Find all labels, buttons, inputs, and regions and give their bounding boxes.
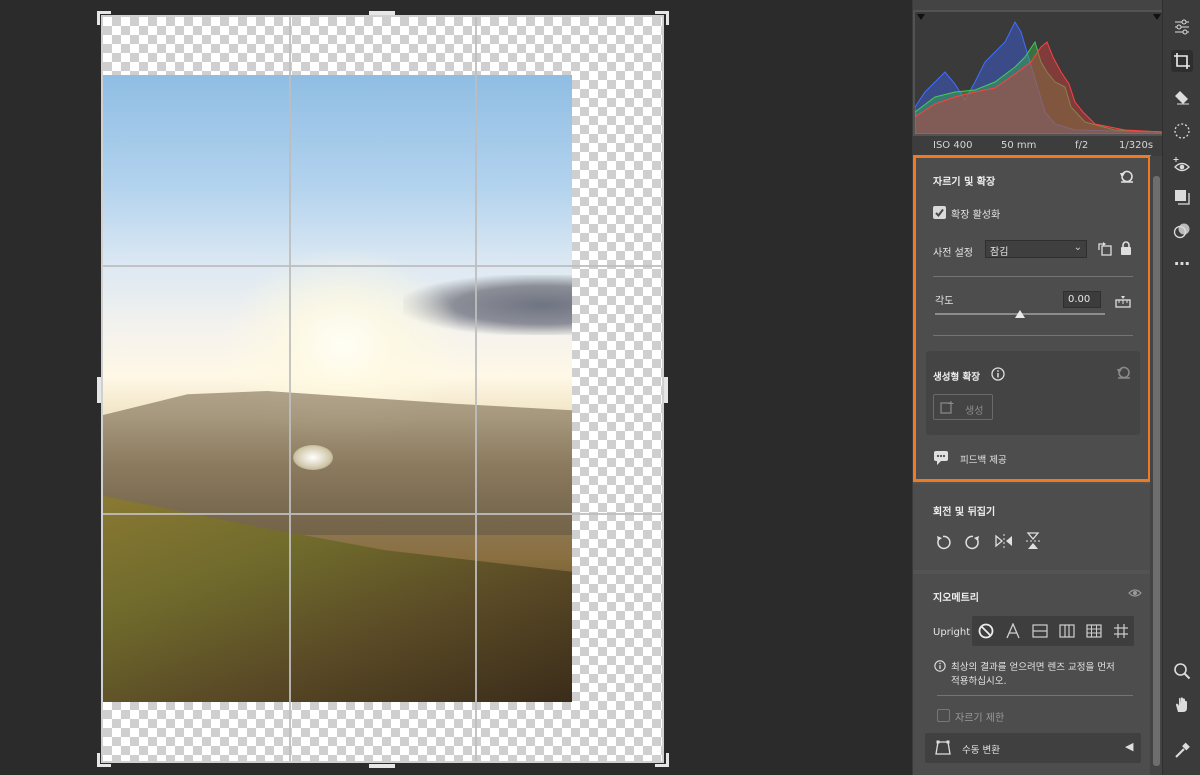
angle-slider-thumb[interactable] bbox=[1015, 310, 1025, 318]
exif-focal-length: 50 mm bbox=[1001, 140, 1037, 151]
sliders-icon[interactable] bbox=[1171, 16, 1193, 38]
reset-icon[interactable] bbox=[1119, 170, 1135, 187]
layers-icon[interactable] bbox=[1171, 186, 1193, 208]
image-canvas[interactable] bbox=[0, 0, 912, 775]
upright-full-icon[interactable] bbox=[1080, 616, 1107, 646]
upright-label: Upright bbox=[933, 627, 971, 638]
info-icon[interactable] bbox=[991, 367, 1005, 384]
generate-icon bbox=[940, 400, 955, 417]
rotate-left-icon[interactable] bbox=[935, 534, 951, 553]
angle-input[interactable]: 0.00 bbox=[1063, 291, 1101, 308]
upright-guided-icon[interactable] bbox=[1107, 616, 1134, 646]
presets-icon[interactable] bbox=[1171, 220, 1193, 242]
upright-level-icon[interactable] bbox=[1026, 616, 1053, 646]
manual-transform-row[interactable]: 수동 변환 ◀ bbox=[925, 733, 1141, 763]
heal-icon[interactable] bbox=[1171, 120, 1193, 142]
crop-handle-left[interactable] bbox=[97, 377, 101, 403]
eyedropper-icon[interactable] bbox=[1171, 740, 1193, 762]
zoom-icon[interactable] bbox=[1171, 660, 1193, 682]
info-icon bbox=[934, 660, 946, 675]
crop-handle-bottom-left[interactable] bbox=[97, 753, 111, 767]
generative-expand-title: 생성형 확장 bbox=[933, 372, 981, 383]
hand-icon[interactable] bbox=[1171, 694, 1193, 716]
crop-handle-bottom[interactable] bbox=[369, 764, 395, 768]
rotate-aspect-icon[interactable] bbox=[1097, 241, 1113, 260]
histogram bbox=[915, 12, 1163, 134]
generative-expand-box bbox=[926, 351, 1140, 435]
feedback-icon[interactable] bbox=[933, 450, 949, 469]
divider bbox=[937, 695, 1133, 696]
upright-auto-icon[interactable] bbox=[999, 616, 1026, 646]
more-icon[interactable]: ⋯ bbox=[1171, 252, 1193, 274]
preset-select[interactable]: 잠김 ⌄ bbox=[985, 240, 1087, 258]
straighten-tool-icon[interactable] bbox=[1115, 295, 1131, 312]
crop-handle-top-left[interactable] bbox=[97, 11, 111, 25]
tool-strip: ⋯ bbox=[1162, 0, 1200, 775]
crop-icon[interactable] bbox=[1171, 50, 1193, 72]
flip-vertical-icon[interactable] bbox=[1025, 532, 1041, 553]
edit-panel: ISO 400 50 mm f/2 1/320s 자르기 및 확장 확장 활성화… bbox=[912, 0, 1163, 775]
rotate-section-title: 회전 및 뒤집기 bbox=[933, 507, 996, 518]
lock-icon[interactable] bbox=[1120, 241, 1132, 259]
constrain-crop-checkbox[interactable] bbox=[937, 709, 950, 722]
upright-off-icon[interactable] bbox=[972, 616, 999, 646]
rotate-right-icon[interactable] bbox=[965, 534, 981, 553]
flip-horizontal-icon[interactable] bbox=[995, 533, 1013, 552]
divider bbox=[933, 276, 1133, 277]
expand-enable-checkbox[interactable] bbox=[933, 206, 946, 219]
geometry-section-title: 지오메트리 bbox=[933, 593, 979, 604]
exif-shutter: 1/320s bbox=[1119, 140, 1154, 151]
panel-top-strip bbox=[913, 0, 1163, 10]
crop-grid-line bbox=[103, 265, 662, 267]
generate-button[interactable]: 생성 bbox=[933, 394, 993, 420]
crop-grid-line bbox=[475, 17, 477, 761]
caret-left-icon: ◀ bbox=[1125, 740, 1134, 753]
constrain-crop-label: 자르기 제한 bbox=[955, 713, 1005, 724]
lens-correction-hint-line1: 최상의 결과를 얻으려면 렌즈 교정을 먼저 bbox=[951, 662, 1115, 673]
upright-mode-group bbox=[972, 616, 1134, 646]
divider bbox=[933, 335, 1133, 336]
crop-handle-right[interactable] bbox=[664, 377, 668, 403]
transform-icon bbox=[935, 740, 951, 759]
crop-handle-top[interactable] bbox=[369, 11, 395, 15]
preset-select-value: 잠김 bbox=[990, 247, 1009, 258]
exif-iso: ISO 400 bbox=[933, 140, 973, 151]
preset-label: 사전 설정 bbox=[933, 248, 973, 259]
photo-image bbox=[103, 75, 572, 702]
reset-icon[interactable] bbox=[1116, 366, 1132, 383]
upright-vertical-icon[interactable] bbox=[1053, 616, 1080, 646]
chevron-down-icon: ⌄ bbox=[1073, 242, 1082, 253]
crop-handle-bottom-right[interactable] bbox=[655, 753, 669, 767]
crop-section-title: 자르기 및 확장 bbox=[933, 177, 996, 188]
expand-enable-label: 확장 활성화 bbox=[951, 210, 1001, 221]
lens-correction-hint-line2: 적용하십시오. bbox=[951, 676, 1007, 687]
eraser-icon[interactable] bbox=[1171, 86, 1193, 108]
panel-scroll-thumb[interactable] bbox=[1153, 176, 1160, 766]
exif-bar: ISO 400 50 mm f/2 1/320s bbox=[913, 136, 1163, 156]
manual-transform-label: 수동 변환 bbox=[962, 745, 1000, 756]
redeye-icon[interactable] bbox=[1171, 154, 1193, 176]
photo-lens-flare bbox=[293, 445, 333, 470]
angle-label: 각도 bbox=[935, 296, 954, 307]
crop-handle-top-right[interactable] bbox=[655, 11, 669, 25]
feedback-label[interactable]: 피드백 제공 bbox=[960, 452, 1007, 466]
crop-grid-line bbox=[103, 513, 662, 515]
generate-button-label: 생성 bbox=[965, 406, 984, 417]
crop-frame[interactable] bbox=[101, 15, 664, 763]
exif-aperture: f/2 bbox=[1075, 140, 1089, 151]
crop-grid-line bbox=[289, 17, 291, 761]
rotate-flip-section bbox=[913, 484, 1150, 570]
eye-icon[interactable] bbox=[1128, 587, 1142, 601]
